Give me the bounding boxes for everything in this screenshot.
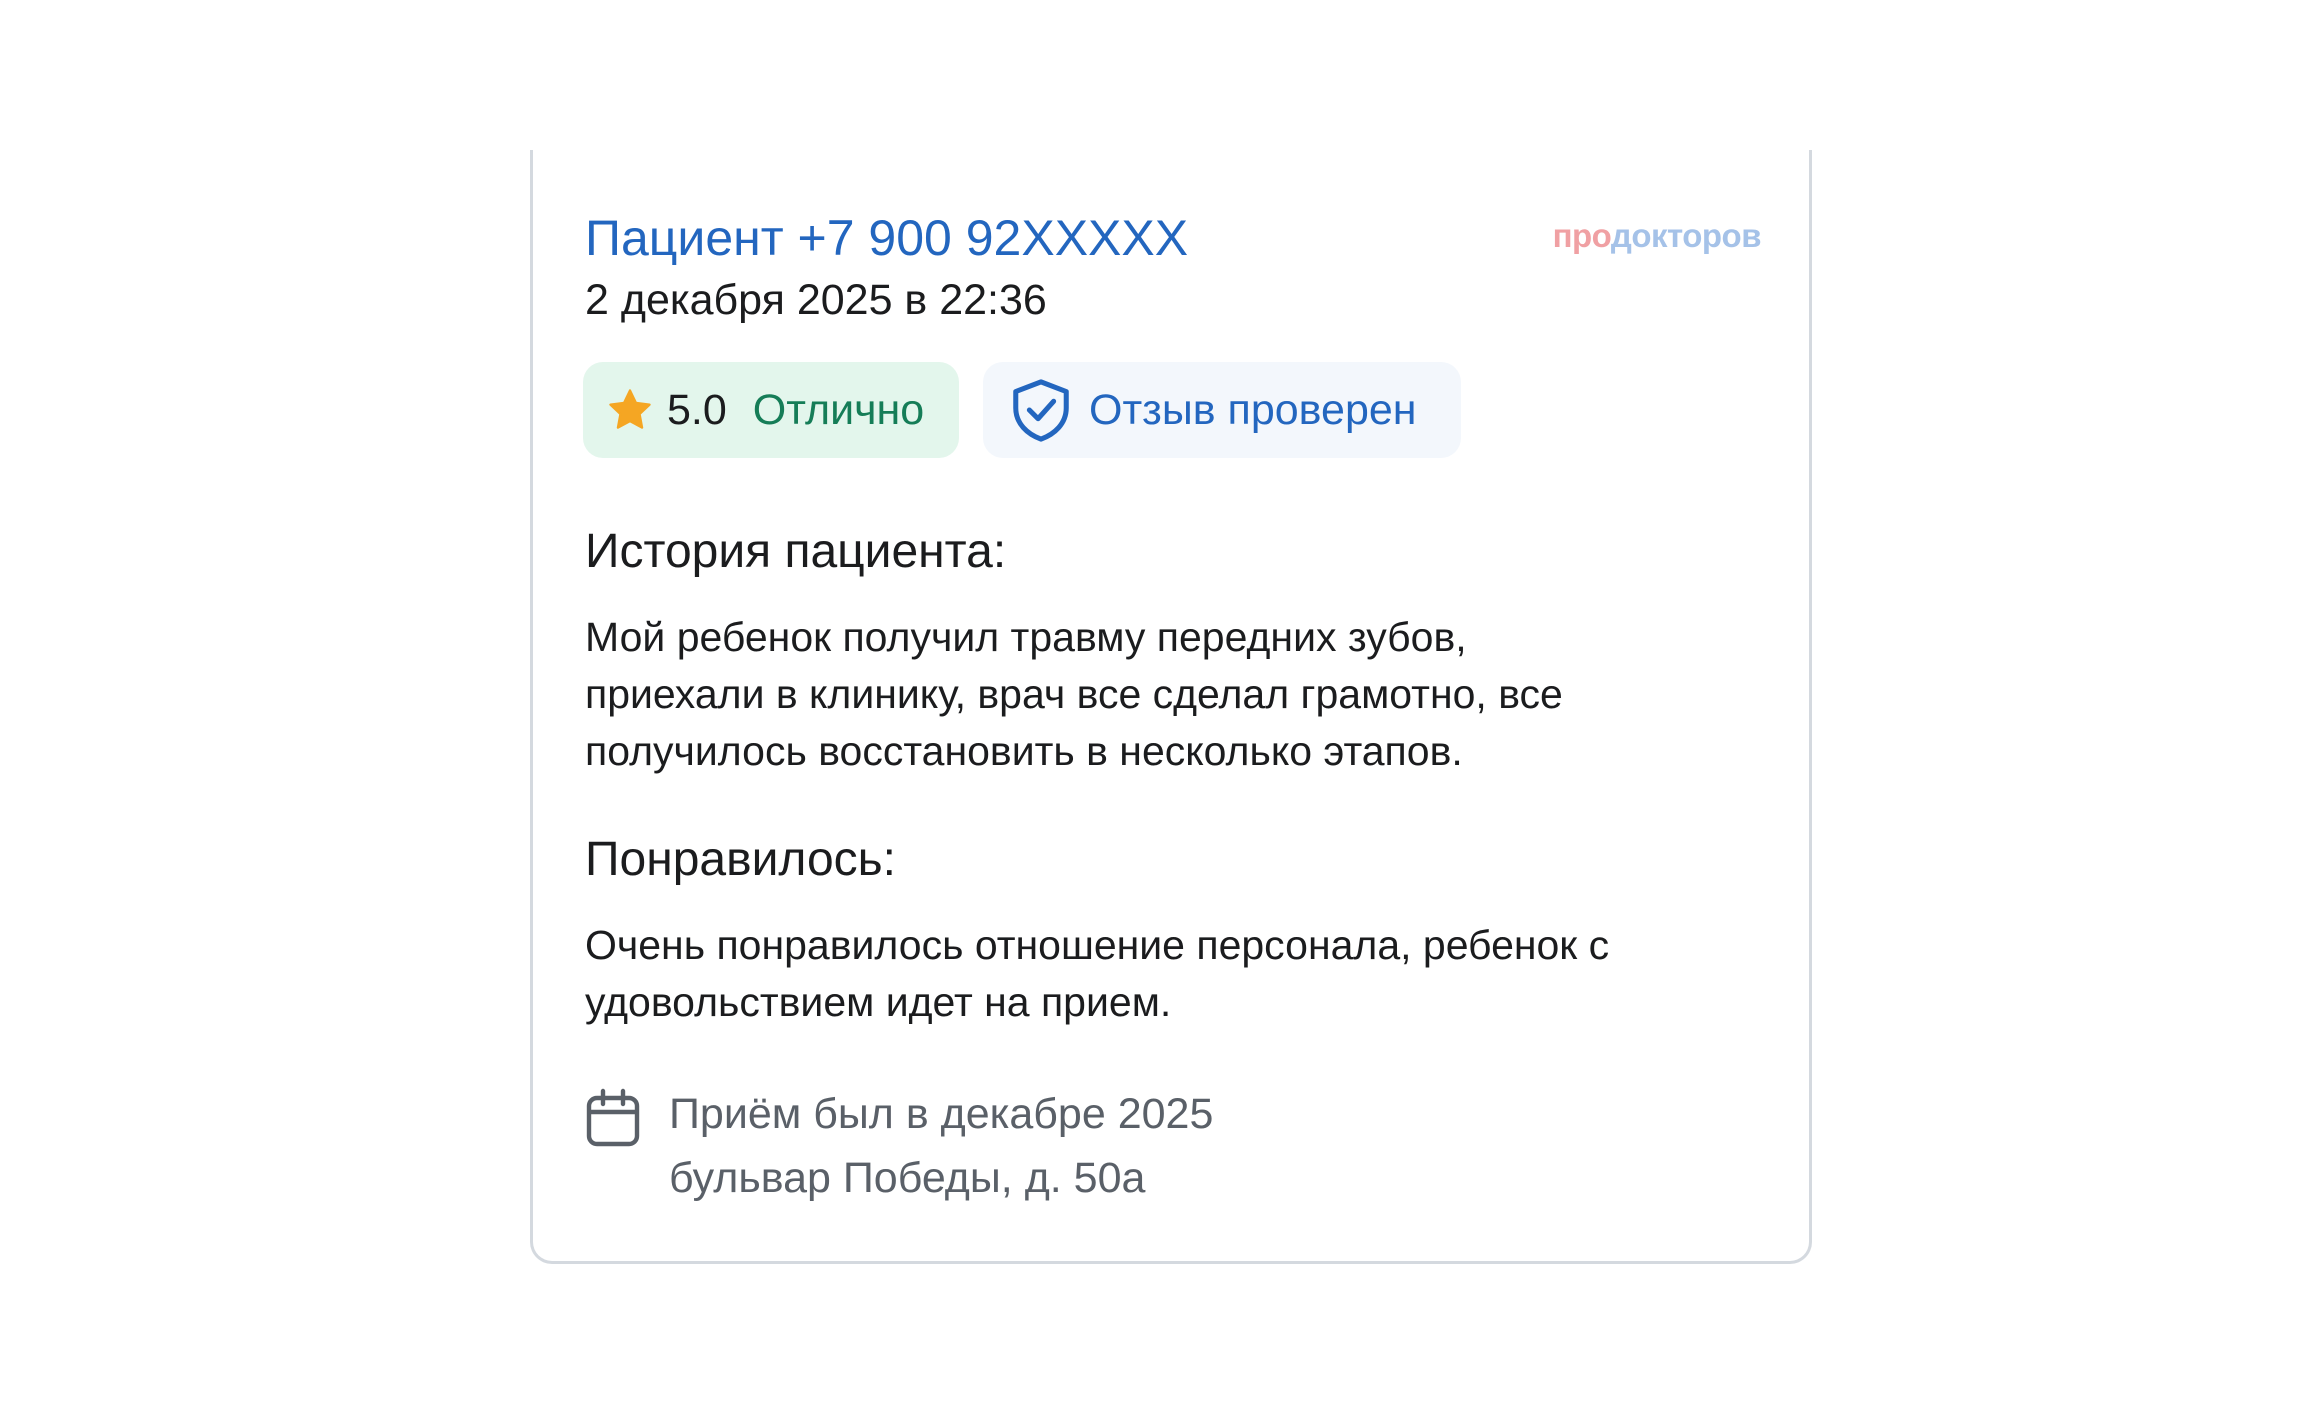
history-line: получилось восстановить в несколько этап… [585, 728, 1463, 774]
visit-address: бульвар Победы, д. 50а [669, 1154, 1146, 1202]
rating-value: 5.0 [667, 385, 727, 434]
review-date: 2 декабря 2025 в 22:36 [585, 276, 1047, 324]
review-card: Пациент +7 900 92XXXXX 2 декабря 2025 в … [530, 150, 1812, 1264]
liked-line: Очень понравилось отношение персонала, р… [585, 922, 1610, 968]
review-author[interactable]: Пациент +7 900 92XXXXX [585, 208, 1188, 268]
shield-check-icon [1013, 379, 1069, 442]
rating-badge: 5.0 Отлично [583, 362, 959, 458]
history-text: Мой ребенок получил травму передних зубо… [585, 609, 1765, 780]
logo-part-pro: про [1552, 217, 1612, 254]
calendar-icon [586, 1088, 640, 1147]
liked-text: Очень понравилось отношение персонала, р… [585, 917, 1765, 1031]
history-line: приехали в клинику, врач все сделал грам… [585, 671, 1563, 717]
history-title: История пациента: [585, 525, 1007, 578]
verified-badge[interactable]: Отзыв проверен [983, 362, 1461, 458]
star-icon [609, 389, 651, 429]
rating-label: Отлично [752, 385, 925, 434]
logo-part-doctors: докторов [1610, 217, 1762, 254]
prodoctorov-logo[interactable]: продокторов [1552, 216, 1762, 256]
history-line: Мой ребенок получил травму передних зубо… [585, 614, 1467, 660]
liked-title: Понравилось: [585, 833, 896, 886]
verified-label: Отзыв проверен [1089, 385, 1417, 434]
visit-date: Приём был в декабре 2025 [669, 1090, 1214, 1138]
liked-line: удовольствием идет на прием. [585, 979, 1172, 1025]
